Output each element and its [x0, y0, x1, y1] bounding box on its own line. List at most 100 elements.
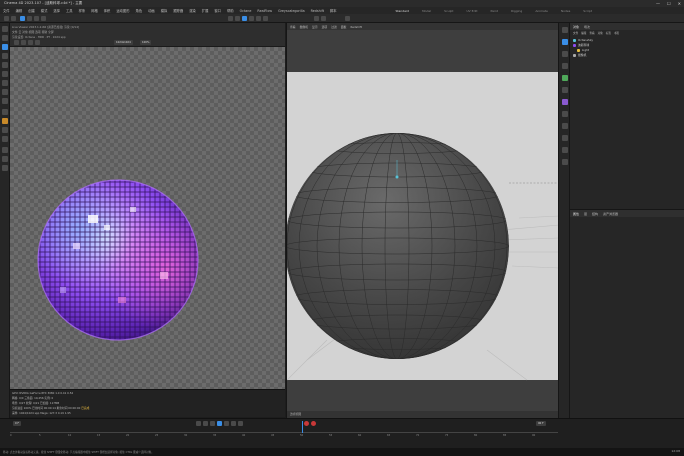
cube-object-icon[interactable] [562, 27, 568, 33]
timeline-ruler[interactable]: 0 5 10 15 20 25 30 35 40 45 50 55 60 65 … [10, 432, 558, 438]
zoom-dropdown[interactable]: 100% [140, 40, 152, 45]
layout-rigging[interactable]: Rigging [511, 9, 522, 13]
render-view-icon[interactable] [228, 16, 233, 21]
autokey-icon[interactable] [311, 421, 316, 426]
menu-animate[interactable]: 动画 [148, 8, 155, 13]
close-button[interactable]: ✕ [678, 1, 681, 6]
deformer-icon[interactable] [562, 87, 568, 93]
restart-render-icon[interactable] [28, 40, 33, 45]
viewport-menu-display[interactable]: 显示 [312, 25, 318, 29]
menu-edit[interactable]: 编辑 [16, 8, 23, 13]
menu-script[interactable]: 脚本 [330, 8, 337, 13]
magnet-icon[interactable] [2, 118, 8, 124]
play-render-icon[interactable] [14, 40, 19, 45]
scale-tool-icon[interactable] [2, 53, 8, 59]
prev-frame-icon[interactable] [210, 421, 215, 426]
layout-model[interactable]: Model [422, 9, 431, 13]
viewport-canvas[interactable] [287, 30, 559, 411]
tab-asset-browser[interactable]: 资产浏览器 [603, 212, 618, 216]
rotate-tool-icon[interactable] [2, 62, 8, 68]
next-frame-icon[interactable] [224, 421, 229, 426]
record-icon[interactable] [304, 421, 309, 426]
menu-help[interactable]: 帮助 [227, 8, 234, 13]
edge-tool-icon[interactable] [2, 80, 8, 86]
sculpt-icon[interactable] [2, 156, 8, 162]
end-frame-field[interactable]: 90 F [536, 421, 546, 426]
layout-standard[interactable]: Standard [395, 9, 409, 13]
light-object-icon[interactable] [562, 135, 568, 141]
knife-icon[interactable] [2, 127, 8, 133]
pause-render-icon[interactable] [35, 40, 40, 45]
sphere-object-icon[interactable] [562, 39, 568, 45]
generator-icon[interactable] [562, 75, 568, 81]
tab-takes[interactable]: 场次 [584, 25, 590, 29]
menu-mograph[interactable]: 运动图形 [116, 8, 129, 13]
viewport-menu-options[interactable]: 选项 [322, 25, 328, 29]
brush-icon[interactable] [2, 136, 8, 142]
render-picture-icon[interactable] [235, 16, 240, 21]
menu-mode[interactable]: 模式 [41, 8, 48, 13]
menu-redshift[interactable]: Redshift [311, 9, 324, 13]
menu-tracker[interactable]: 跟踪器 [173, 8, 183, 13]
point-tool-icon[interactable] [2, 89, 8, 95]
live-viewer-menu[interactable]: 文件 云 对象 视图 选项 帮助 全屏 [12, 30, 54, 34]
camera-icon[interactable] [321, 16, 326, 21]
viewport-menu-filter[interactable]: 过滤 [331, 25, 337, 29]
menu-gsg[interactable]: Greyscalegorilla [278, 9, 305, 13]
subdivision-icon[interactable] [263, 16, 268, 21]
workplane-icon[interactable] [2, 165, 8, 171]
timeline-playhead[interactable] [302, 421, 303, 433]
tab-structure[interactable]: 结构 [592, 212, 598, 216]
menu-simulate[interactable]: 模拟 [161, 8, 168, 13]
menu-realflow[interactable]: RealFlow [257, 9, 272, 13]
menu-character[interactable]: 角色 [136, 8, 143, 13]
menu-select[interactable]: 选择 [53, 8, 60, 13]
python-icon[interactable] [562, 159, 568, 165]
live-select-icon[interactable] [20, 16, 25, 21]
tab-objects[interactable]: 对象 [573, 25, 579, 29]
rotate-icon[interactable] [41, 16, 46, 21]
text-object-icon[interactable] [562, 51, 568, 57]
go-end-icon[interactable] [238, 421, 243, 426]
cube-icon[interactable] [249, 16, 254, 21]
play-icon[interactable] [217, 421, 222, 426]
spline-object-icon[interactable] [562, 63, 568, 69]
list-item[interactable]: 迪斯科球 [573, 43, 589, 47]
list-item[interactable]: 摄像机 [573, 53, 586, 57]
menu-create[interactable]: 创建 [28, 8, 35, 13]
list-item[interactable]: Light [577, 48, 589, 52]
viewport-menu-view[interactable]: 查看 [290, 25, 296, 29]
layout-nodes[interactable]: Nodes [561, 9, 570, 13]
select-tool-icon[interactable] [2, 26, 8, 32]
tag-icon[interactable] [562, 147, 568, 153]
resolution-dropdown[interactable]: 1024x1024 [114, 40, 133, 45]
minimize-button[interactable]: — [656, 1, 660, 6]
redo-icon[interactable] [11, 16, 16, 21]
live-select-tool-icon[interactable] [2, 44, 8, 50]
om-menu-tags[interactable]: 标签 [606, 31, 611, 35]
render-settings-icon[interactable] [242, 16, 247, 21]
go-start-icon[interactable] [196, 421, 201, 426]
om-menu-file[interactable]: 文件 [573, 31, 578, 35]
scene-icon[interactable] [562, 111, 568, 117]
layout-paint[interactable]: Paint [491, 9, 498, 13]
menu-extensions[interactable]: 扩展 [202, 8, 209, 13]
move-icon[interactable] [27, 16, 32, 21]
om-menu-edit[interactable]: 编辑 [581, 31, 586, 35]
layout-uv-edit[interactable]: UV Edit [466, 9, 477, 13]
menu-window[interactable]: 窗口 [214, 8, 221, 13]
list-item[interactable]: OctaneSky [573, 38, 593, 42]
viewport-menu-panel[interactable]: 面板 [341, 25, 347, 29]
pen-icon[interactable] [256, 16, 261, 21]
menu-render[interactable]: 渲染 [189, 8, 196, 13]
polygon-tool-icon[interactable] [2, 71, 8, 77]
menu-spline[interactable]: 样条 [79, 8, 86, 13]
snap-icon[interactable] [2, 109, 8, 115]
next-key-icon[interactable] [231, 421, 236, 426]
menu-mesh[interactable]: 网格 [91, 8, 98, 13]
om-menu-bookmarks[interactable]: 书签 [614, 31, 619, 35]
maximize-button[interactable]: ☐ [667, 1, 671, 6]
menu-octane[interactable]: Octane [240, 9, 252, 13]
paint-icon[interactable] [2, 147, 8, 153]
menu-tools[interactable]: 工具 [66, 8, 73, 13]
